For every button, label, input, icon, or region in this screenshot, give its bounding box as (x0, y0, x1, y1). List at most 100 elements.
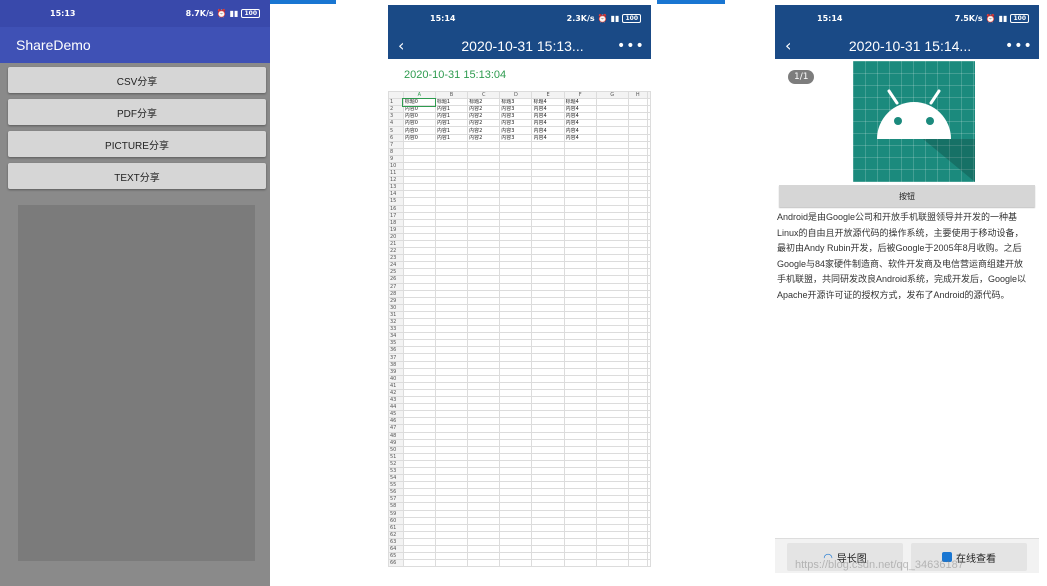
table-cell[interactable] (531, 232, 565, 241)
table-cell[interactable] (402, 239, 436, 249)
table-cell[interactable] (499, 176, 533, 185)
table-cell[interactable] (499, 190, 533, 199)
table-cell[interactable] (499, 396, 533, 405)
table-cell[interactable] (402, 310, 436, 320)
table-cell[interactable] (627, 537, 649, 547)
table-cell[interactable] (531, 332, 565, 341)
row-header[interactable]: 35 (388, 339, 404, 348)
table-cell[interactable]: 标题4 (563, 98, 597, 107)
table-cell[interactable] (467, 452, 501, 461)
table-cell[interactable] (595, 445, 629, 454)
table-cell[interactable] (647, 523, 651, 532)
row-header[interactable]: 57 (388, 495, 404, 504)
table-cell[interactable] (531, 488, 565, 497)
table-cell[interactable] (595, 261, 629, 270)
row-header[interactable]: 46 (388, 417, 404, 426)
table-cell[interactable] (499, 183, 533, 192)
table-cell[interactable] (434, 495, 469, 504)
table-cell[interactable] (647, 268, 651, 277)
table-cell[interactable] (531, 559, 565, 568)
table-cell[interactable] (531, 190, 565, 199)
table-cell[interactable] (627, 296, 649, 305)
picture-share-button[interactable]: PICTURE分享 (8, 131, 266, 157)
table-cell[interactable]: 内容4 (531, 105, 565, 114)
table-cell[interactable]: 内容2 (467, 112, 501, 121)
row-header[interactable]: 9 (388, 154, 404, 163)
table-cell[interactable]: 标题4 (531, 98, 565, 107)
table-cell[interactable] (627, 126, 649, 135)
table-cell[interactable] (499, 339, 533, 348)
table-cell[interactable] (595, 98, 629, 107)
table-cell[interactable] (499, 303, 533, 312)
table-cell[interactable] (647, 445, 651, 454)
table-cell[interactable] (647, 466, 651, 476)
table-cell[interactable] (531, 396, 565, 405)
table-cell[interactable] (402, 530, 436, 539)
table-cell[interactable] (647, 488, 651, 497)
table-cell[interactable] (647, 360, 651, 369)
table-cell[interactable] (627, 495, 649, 504)
table-cell[interactable] (434, 488, 469, 497)
table-cell[interactable] (499, 261, 533, 270)
table-cell[interactable]: 内容4 (531, 126, 565, 135)
table-cell[interactable] (531, 403, 565, 412)
table-cell[interactable] (531, 161, 565, 171)
table-cell[interactable] (563, 282, 597, 291)
table-cell[interactable] (563, 346, 597, 355)
table-cell[interactable] (467, 161, 501, 171)
more-icon[interactable]: ••• (1005, 38, 1032, 54)
table-cell[interactable]: 内容4 (563, 112, 597, 121)
table-cell[interactable] (627, 183, 649, 192)
table-cell[interactable] (434, 509, 469, 518)
table-cell[interactable] (467, 183, 501, 192)
back-icon[interactable]: ‹ (785, 36, 815, 55)
table-cell[interactable] (627, 154, 649, 163)
table-cell[interactable] (434, 360, 469, 369)
table-cell[interactable] (499, 502, 533, 511)
table-cell[interactable] (563, 410, 597, 419)
table-cell[interactable] (563, 488, 597, 497)
table-cell[interactable] (627, 346, 649, 355)
table-cell[interactable] (467, 417, 501, 426)
table-cell[interactable] (531, 452, 565, 461)
table-cell[interactable]: 内容3 (499, 133, 533, 142)
table-cell[interactable] (647, 381, 651, 390)
table-cell[interactable] (627, 388, 649, 398)
table-cell[interactable] (467, 424, 501, 433)
table-cell[interactable] (467, 261, 501, 270)
table-cell[interactable] (531, 474, 565, 483)
table-cell[interactable] (627, 303, 649, 312)
table-cell[interactable] (563, 474, 597, 483)
table-cell[interactable] (402, 303, 436, 312)
table-cell[interactable] (531, 367, 565, 376)
table-cell[interactable] (402, 140, 436, 149)
table-cell[interactable] (531, 374, 565, 383)
table-cell[interactable] (627, 268, 649, 277)
table-cell[interactable] (402, 459, 436, 468)
table-cell[interactable] (595, 275, 629, 284)
table-cell[interactable] (467, 523, 501, 532)
table-cell[interactable] (402, 190, 436, 199)
table-cell[interactable] (499, 481, 533, 490)
table-cell[interactable]: 内容3 (499, 119, 533, 128)
table-cell[interactable] (531, 204, 565, 213)
table-cell[interactable] (531, 211, 565, 220)
table-cell[interactable] (434, 417, 469, 426)
table-cell[interactable] (627, 133, 649, 142)
table-cell[interactable] (434, 396, 469, 405)
table-cell[interactable] (467, 360, 501, 369)
table-cell[interactable] (499, 509, 533, 518)
table-cell[interactable] (647, 190, 651, 199)
table-cell[interactable] (563, 388, 597, 398)
table-cell[interactable] (434, 445, 469, 454)
table-cell[interactable] (499, 332, 533, 341)
table-cell[interactable] (402, 353, 436, 362)
table-cell[interactable] (467, 190, 501, 199)
row-header[interactable]: 33 (388, 325, 404, 334)
table-cell[interactable] (467, 552, 501, 561)
table-cell[interactable] (647, 247, 651, 256)
column-header-h[interactable]: H (627, 91, 649, 100)
table-cell[interactable] (531, 197, 565, 206)
table-cell[interactable] (595, 254, 629, 263)
table-cell[interactable] (627, 119, 649, 128)
